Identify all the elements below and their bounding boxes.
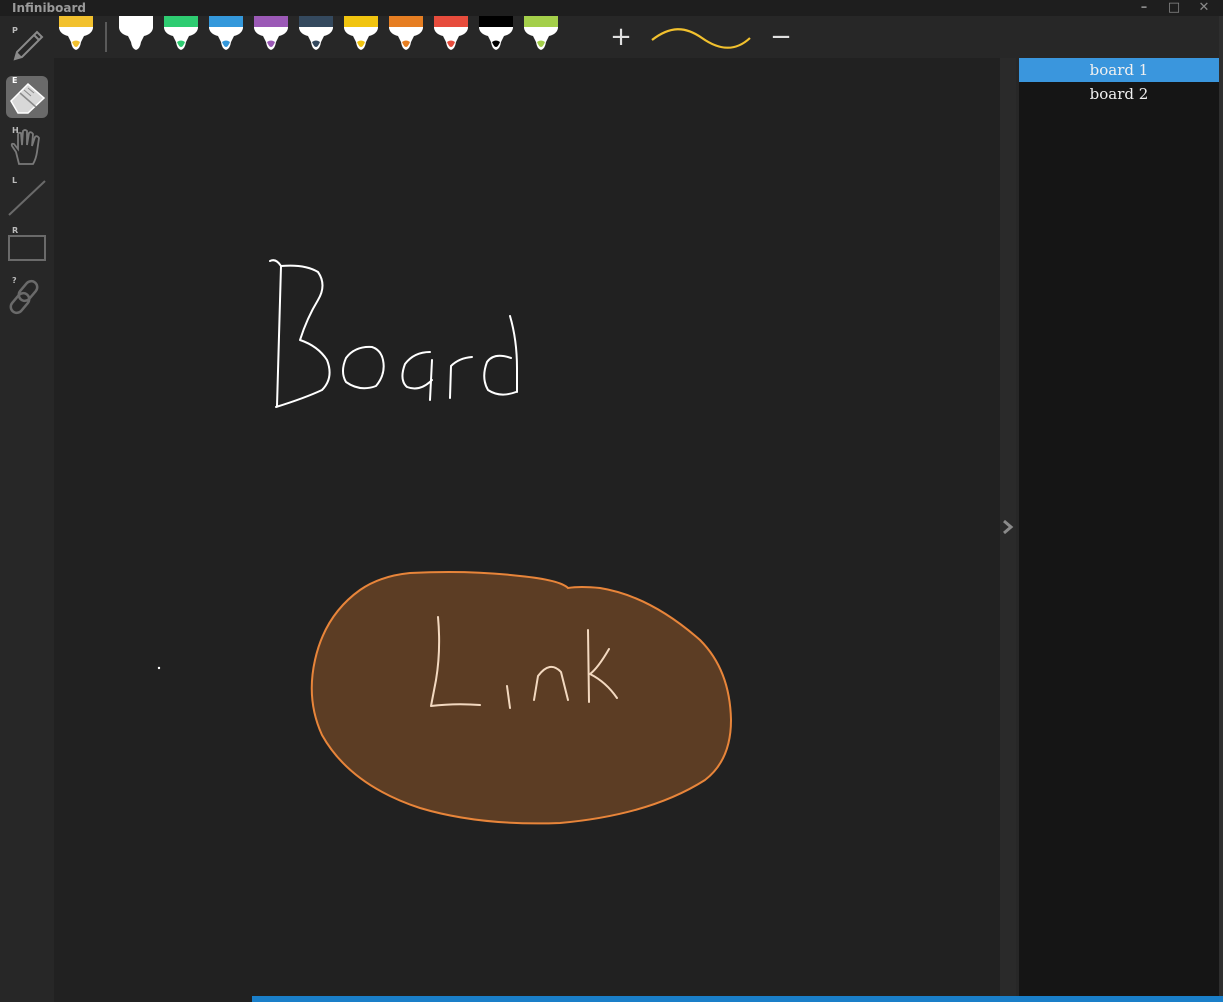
title-bar: Infiniboard – □ ✕ xyxy=(0,0,1223,16)
link-tool[interactable]: ? xyxy=(6,276,48,318)
app-title: Infiniboard xyxy=(12,1,86,15)
ink-letter-b xyxy=(269,259,282,407)
drawing-canvas[interactable] xyxy=(54,58,1000,1002)
marker-cap xyxy=(389,16,423,27)
taskbar-strip xyxy=(252,996,1223,1002)
hand-tool[interactable]: H xyxy=(6,126,48,168)
marker-cap xyxy=(299,16,333,27)
board-ink-text xyxy=(269,259,518,408)
rectangle-tool[interactable]: R xyxy=(6,226,48,268)
increase-stroke-button[interactable]: + xyxy=(610,24,632,50)
eraser-tool[interactable]: E xyxy=(6,76,48,118)
board-list: board 1 board 2 xyxy=(1019,58,1219,1002)
marker-color-3-icon[interactable] xyxy=(208,16,244,54)
board-list-item-1[interactable]: board 1 xyxy=(1019,58,1219,82)
ink-letter-o xyxy=(342,345,385,390)
marker-color-7-icon[interactable] xyxy=(388,16,424,54)
marker-cap xyxy=(344,16,378,27)
marker-cap xyxy=(479,16,513,27)
marker-color-10-icon[interactable] xyxy=(523,16,559,54)
marker-cap xyxy=(119,16,153,27)
chevron-right-icon-shape xyxy=(1003,519,1014,535)
marker-cap xyxy=(59,16,93,27)
marker-cap xyxy=(164,16,198,27)
marker-color-5-icon[interactable] xyxy=(298,16,334,54)
marker-color-6-icon[interactable] xyxy=(343,16,379,54)
close-button[interactable]: ✕ xyxy=(1189,0,1219,16)
link-icon xyxy=(9,279,39,315)
line-tool[interactable]: L xyxy=(6,176,48,218)
pencil-icon xyxy=(13,30,44,61)
minimize-button[interactable]: – xyxy=(1129,0,1159,16)
maximize-button[interactable]: □ xyxy=(1159,0,1189,16)
ink-dot xyxy=(157,666,161,670)
ink-letter-a xyxy=(401,351,433,401)
link-node xyxy=(310,571,733,825)
toolbar-divider xyxy=(105,22,107,52)
stroke-preview xyxy=(651,28,751,49)
marker-color-4-icon[interactable] xyxy=(253,16,289,54)
tool-rail: P E H L R ? xyxy=(0,16,54,1002)
eraser-icon xyxy=(10,82,46,114)
decrease-stroke-button[interactable]: − xyxy=(770,24,792,50)
app-window: Infiniboard – □ ✕ P E H L R ? + − board … xyxy=(0,0,1223,1002)
ink-letter-d xyxy=(483,315,518,396)
marker-color-8-icon[interactable] xyxy=(433,16,469,54)
ink-letter-r xyxy=(449,356,473,399)
marker-cap xyxy=(524,16,558,27)
marker-cap xyxy=(434,16,468,27)
ink-letter-b-bowls xyxy=(275,264,331,408)
line-icon xyxy=(8,180,46,216)
marker-cap xyxy=(254,16,288,27)
window-right-edge xyxy=(1219,16,1223,1002)
board-list-item-2[interactable]: board 2 xyxy=(1019,82,1219,106)
hand-icon xyxy=(10,129,40,165)
marker-toolbar: + − xyxy=(54,16,1014,58)
chevron-right-icon[interactable] xyxy=(1000,515,1016,539)
marker-color-2-icon[interactable] xyxy=(163,16,199,54)
canvas-drawing xyxy=(157,259,733,825)
pen-tool[interactable]: P xyxy=(6,26,48,68)
marker-color-1-icon[interactable] xyxy=(118,16,154,54)
rectangle-icon xyxy=(8,235,46,261)
marker-cap xyxy=(209,16,243,27)
marker-color-9-icon[interactable] xyxy=(478,16,514,54)
current-marker-icon[interactable] xyxy=(58,16,94,54)
